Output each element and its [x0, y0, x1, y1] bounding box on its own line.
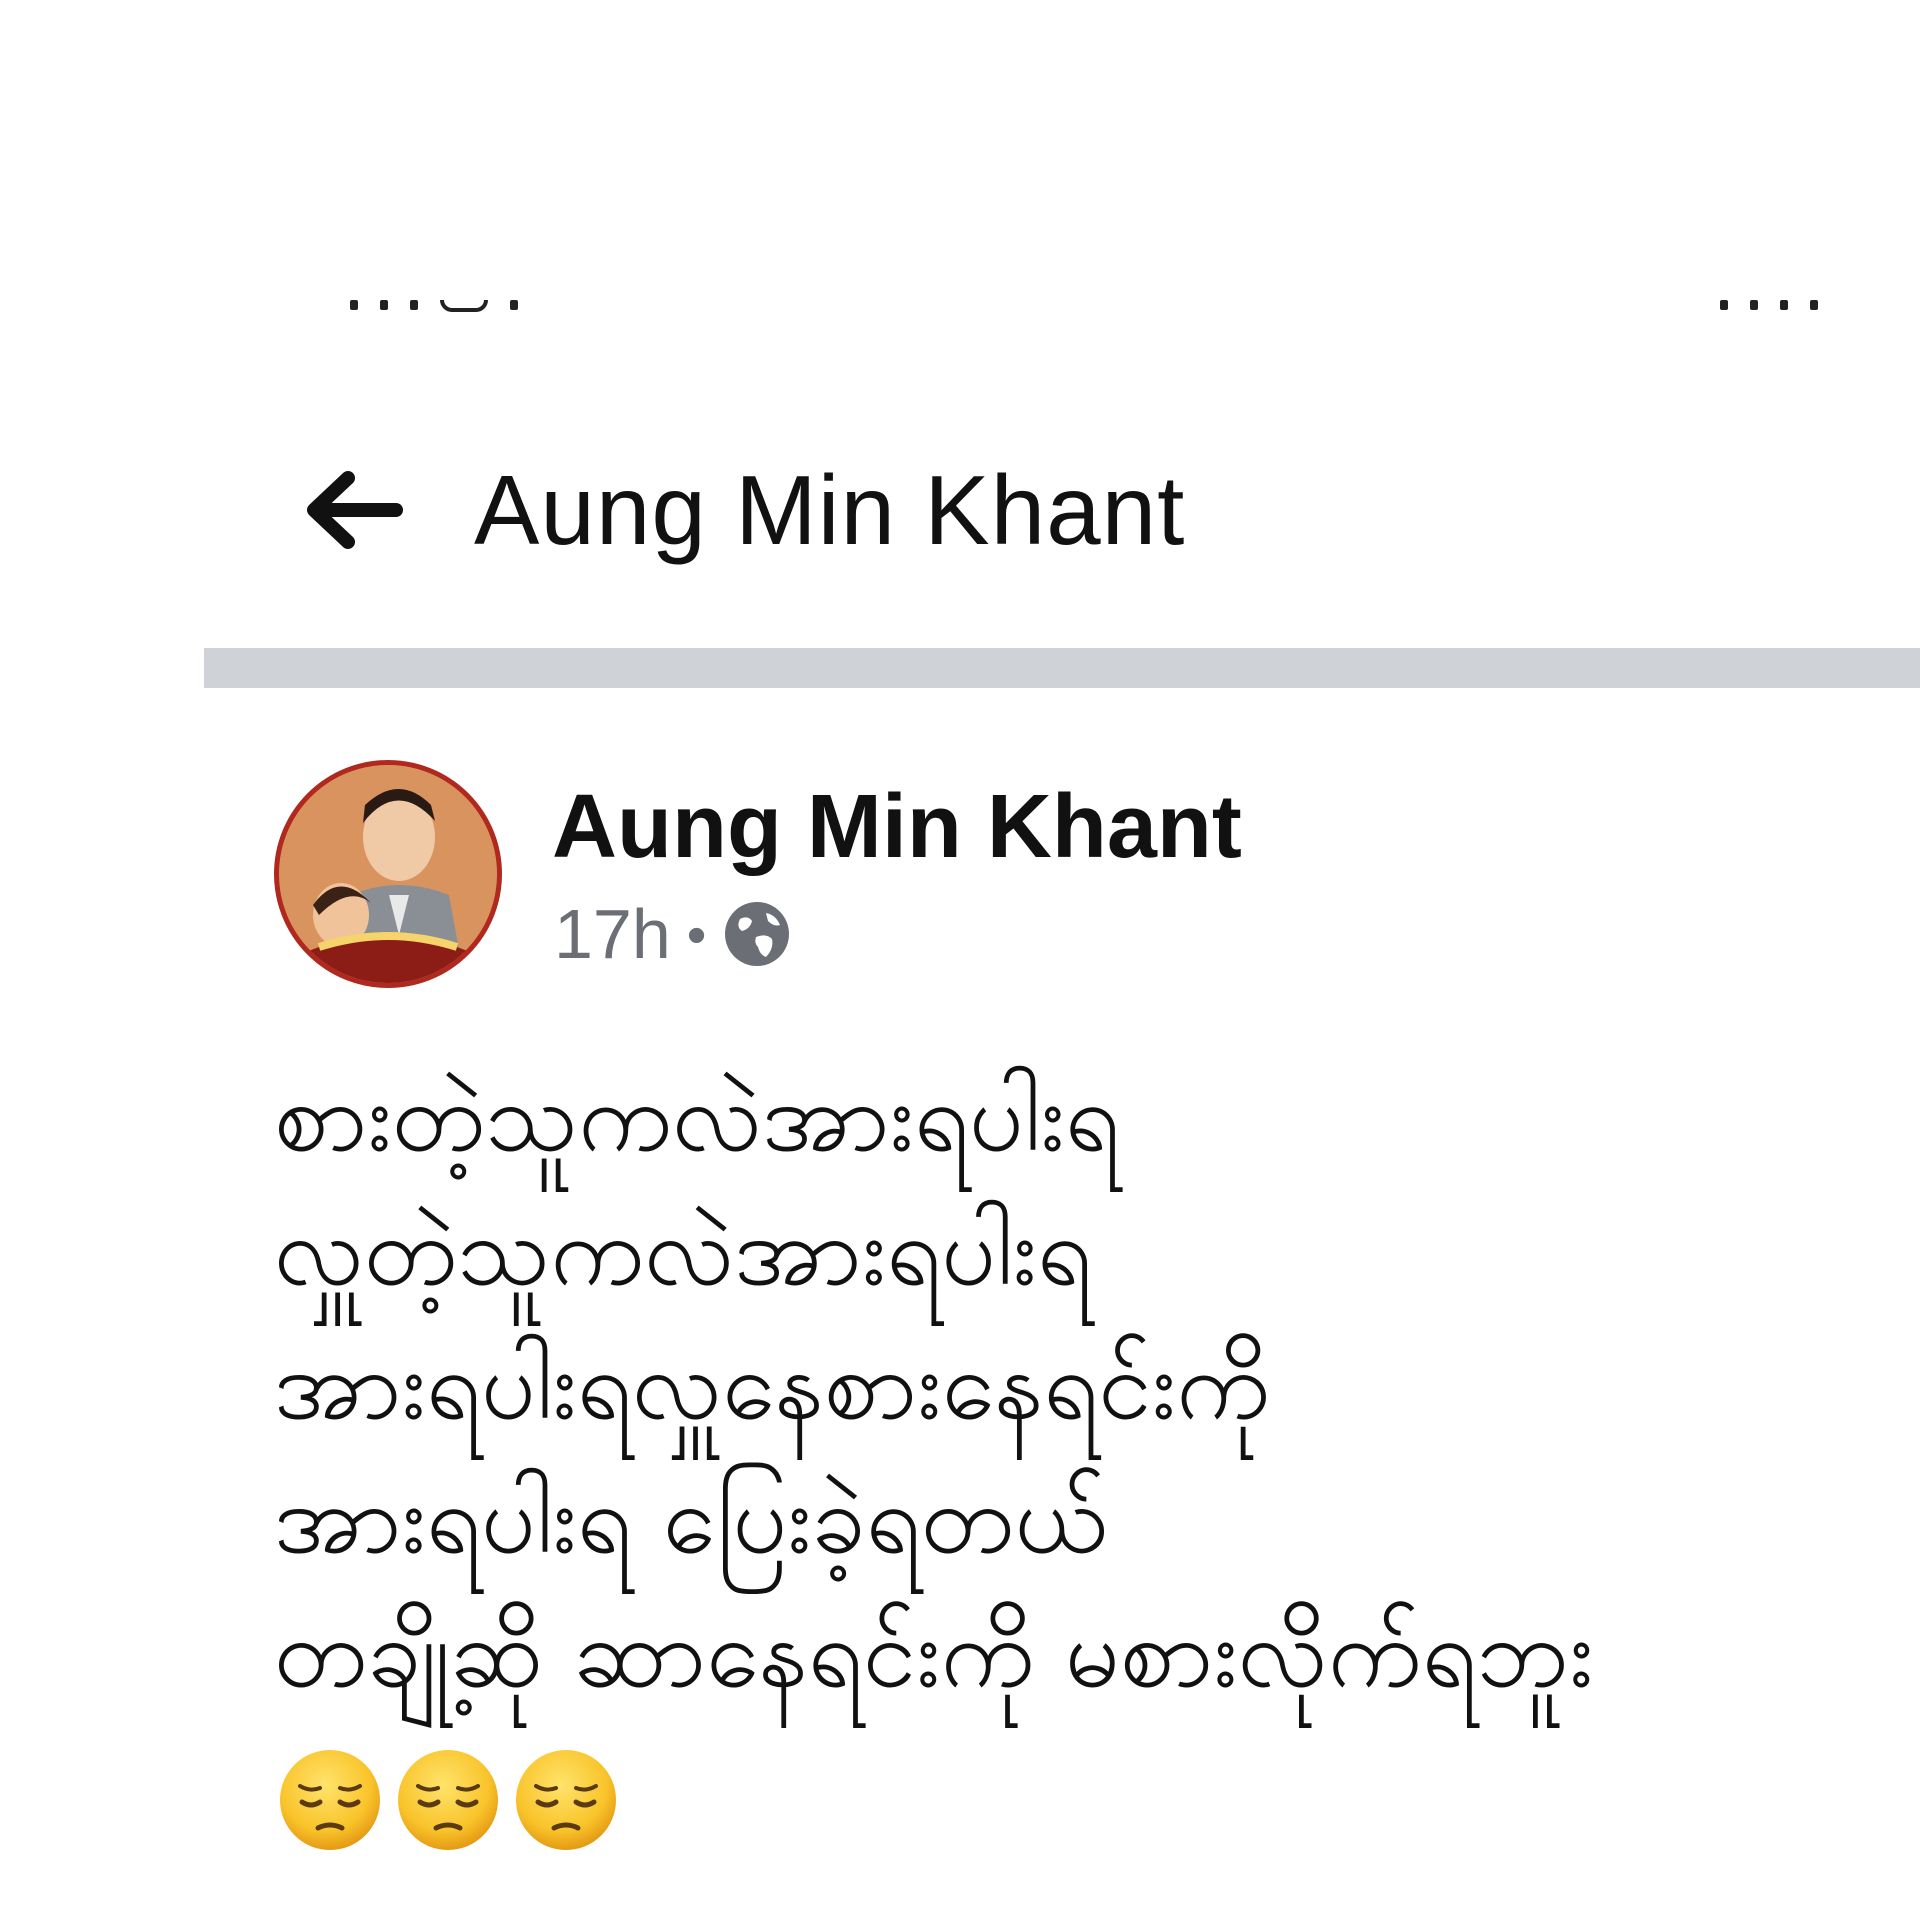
pensive-face-icon: [516, 1750, 616, 1850]
post-line: တချို့ဆို ဆာနေရင်းကို မစားလိုက်ရဘူး: [274, 1597, 1594, 1709]
post-meta: 17h •: [554, 894, 792, 974]
avatar[interactable]: [274, 760, 502, 988]
post-line: လှူတဲ့သူကလဲအားရပါးရ: [274, 1195, 1093, 1307]
emoji-row: [278, 1748, 618, 1852]
pensive-face-icon: [280, 1750, 380, 1850]
post-timestamp[interactable]: 17h: [554, 894, 671, 974]
page-title: Aung Min Khant: [474, 454, 1186, 565]
status-bar-remnant-left: [350, 300, 620, 320]
post-line: အားရပါးရ ပြေးခဲ့ရတယ်: [274, 1463, 1108, 1575]
back-button[interactable]: [284, 440, 424, 580]
status-bar-remnant-right: [1720, 300, 1900, 320]
meta-separator: •: [686, 902, 707, 966]
pensive-face-icon: [398, 1750, 498, 1850]
globe-icon: [725, 902, 790, 966]
section-divider: [204, 648, 1920, 688]
post-card: Aung Min Khant 17h • စားတဲ့သူကလဲအားရပါးရ…: [204, 688, 1920, 1920]
post-view-screen: Aung Min Khant Aung Min Khant 17h • စားတ…: [0, 0, 1920, 1920]
post-author-name[interactable]: Aung Min Khant: [552, 776, 1242, 879]
avatar-image: [279, 765, 497, 983]
arrow-left-icon: [307, 471, 403, 549]
post-body: စားတဲ့သူကလဲအားရပါးရ လှူတဲ့သူကလဲအားရပါးရ …: [274, 1050, 1874, 1720]
top-app-bar: Aung Min Khant: [204, 420, 1920, 600]
post-line: အားရပါးရလှူနေစားနေရင်းကို: [274, 1329, 1271, 1441]
post-line: စားတဲ့သူကလဲအားရပါးရ: [274, 1061, 1120, 1173]
